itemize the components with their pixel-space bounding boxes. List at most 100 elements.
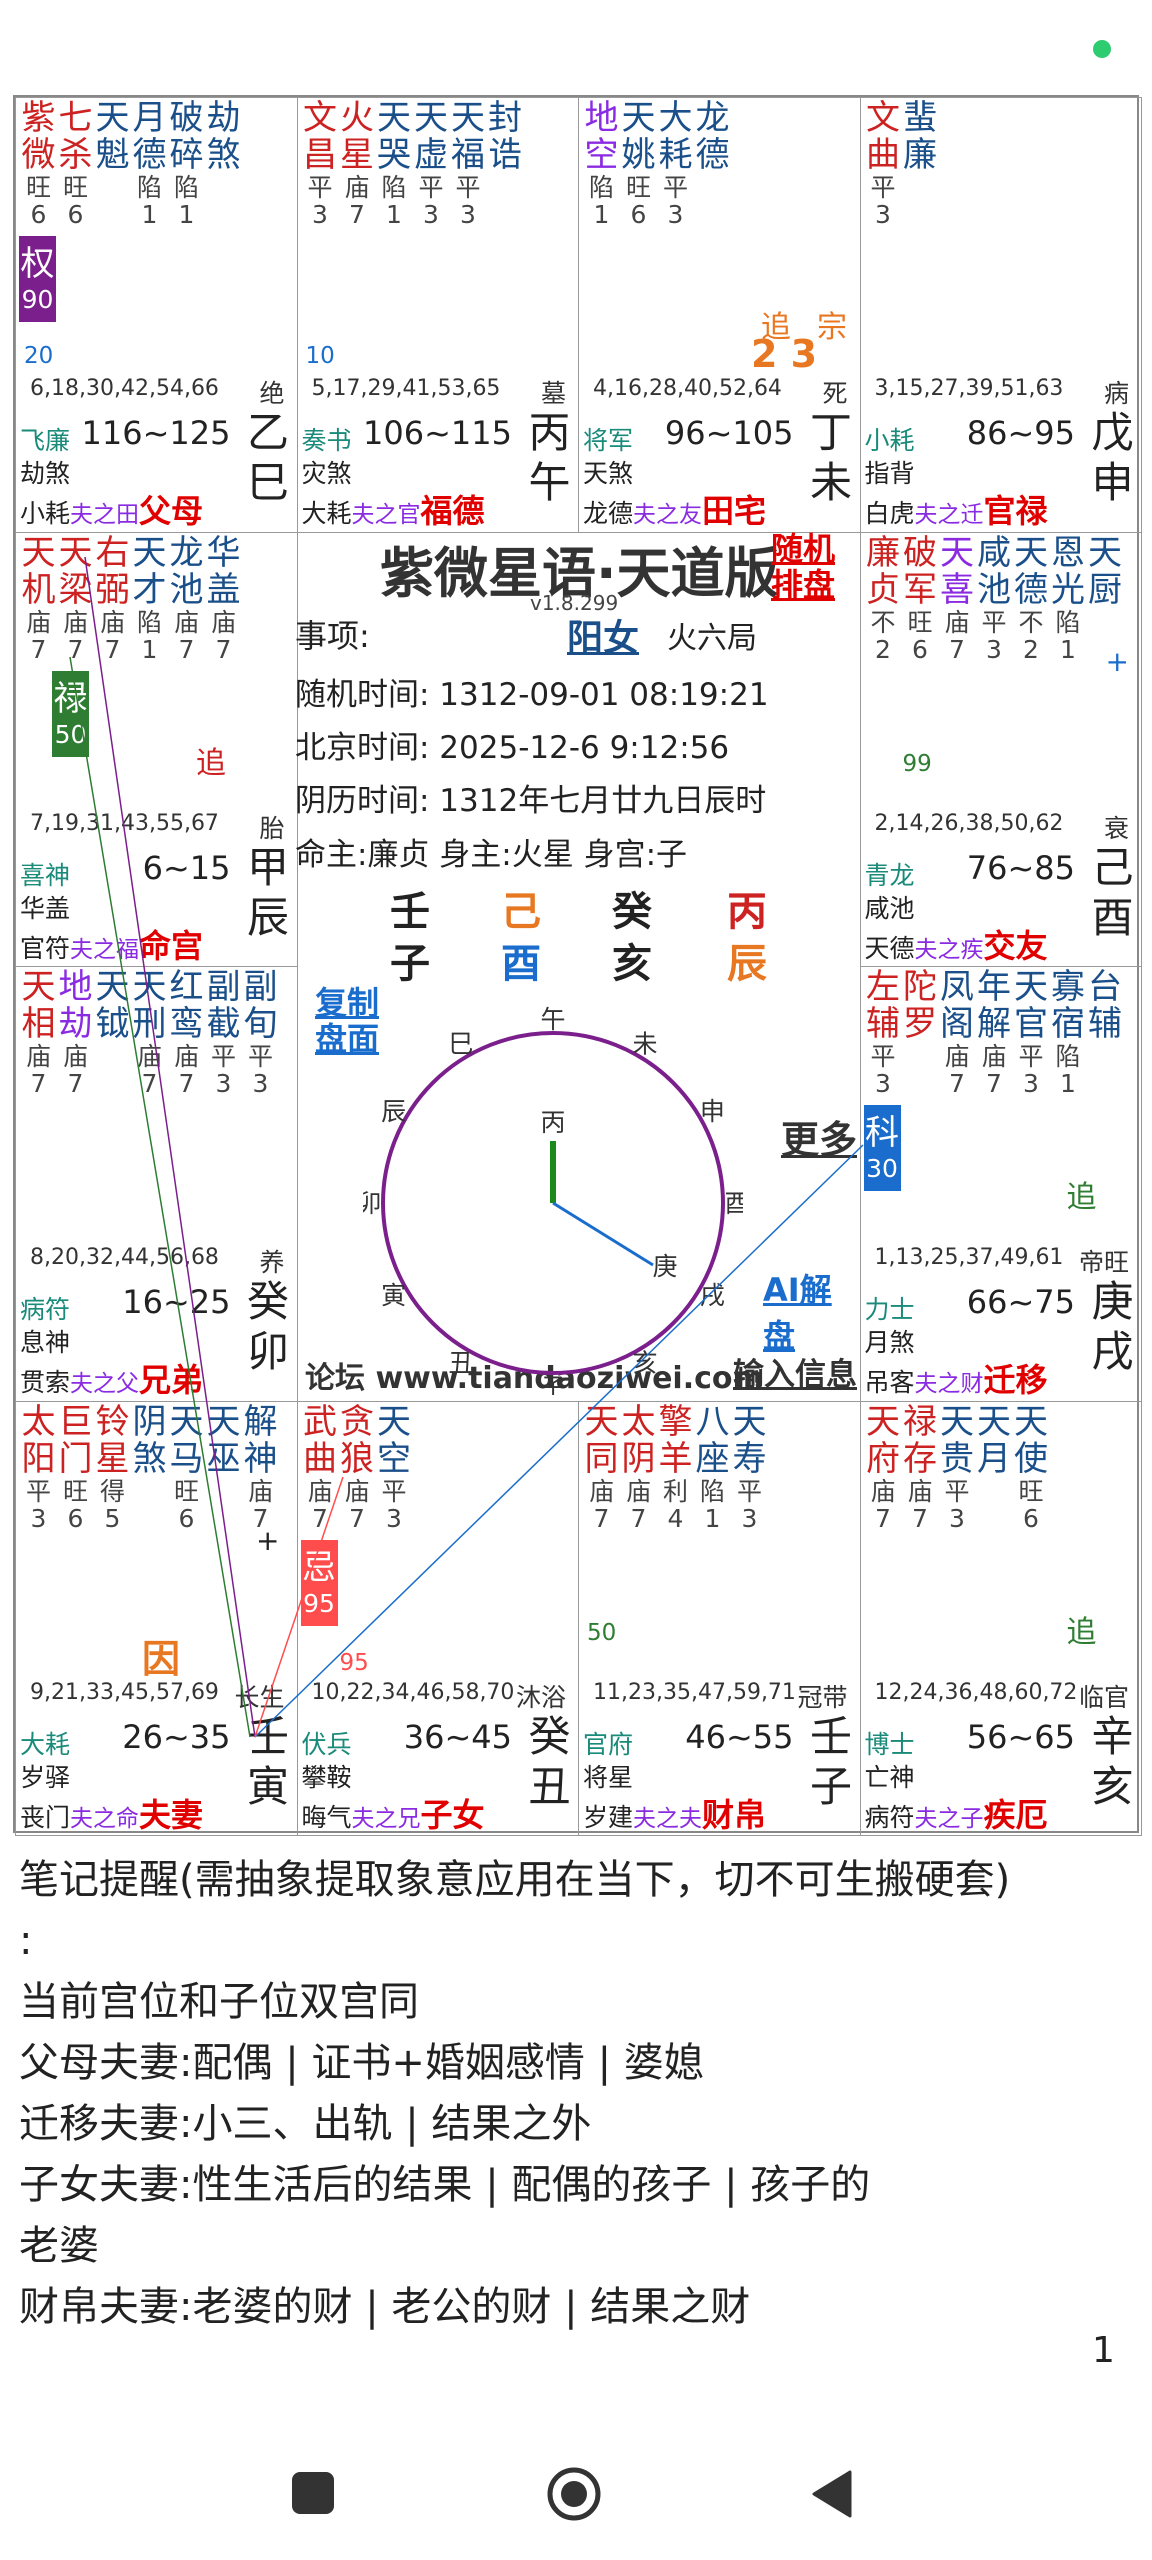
- note-line: :: [19, 1918, 33, 1964]
- star-column: 左辅平3: [865, 969, 902, 1097]
- gender-label[interactable]: 阳女: [567, 609, 639, 661]
- decade-ages: 2,14,26,38,50,62: [874, 810, 1064, 836]
- star-column: 巨门旺6: [57, 1403, 94, 1533]
- random-chart-label: 随机: [771, 530, 836, 568]
- star-char: 福: [451, 135, 485, 175]
- star-brightness: 平: [418, 173, 444, 202]
- star-char: 德: [1014, 569, 1048, 610]
- notes-panel: 笔记提醒(需抽象提取象意应用在当下，切不可生搬硬套) : 当前宫位和子位双宫同 …: [19, 1850, 1139, 2338]
- star-char: 相: [21, 1004, 56, 1044]
- star-column: 天刑庙7: [131, 969, 168, 1097]
- star-name: 禄存: [903, 1403, 937, 1478]
- recent-apps-button[interactable]: [290, 2470, 336, 2520]
- back-button[interactable]: [810, 2470, 856, 2522]
- star-name: 天魁: [96, 100, 130, 174]
- decade-ages: 3,15,27,39,51,63: [874, 376, 1064, 401]
- jiangqian-line: 丧门夫之命夫妻: [20, 1790, 203, 1836]
- boshi-star: 小耗: [864, 426, 915, 455]
- star-char: 台: [1088, 967, 1122, 1007]
- relation-label: 夫之命: [70, 1805, 140, 1832]
- star-name: 武曲: [303, 1401, 337, 1478]
- home-button[interactable]: [546, 2466, 602, 2526]
- star-char: 红: [169, 967, 204, 1007]
- clock-branch-label: 子: [540, 1373, 565, 1395]
- star-char: 解: [977, 1004, 1011, 1044]
- star-char: 钺: [95, 1004, 130, 1044]
- stem: 甲: [246, 842, 289, 892]
- star-name: 大耗: [659, 100, 693, 174]
- palace-cell[interactable]: 廉贞不 2 破军旺 6 天喜庙 7 咸池平 3 天德不 2 恩光陷 1 天厨 99 +2,14,26,38,…: [859, 531, 1142, 967]
- random-chart-button[interactable]: 随机 排盘: [771, 531, 835, 603]
- note-line: 迁移夫妻:小三、出轨 | 结果之外: [19, 2101, 592, 2147]
- jiangqian-line: 白虎夫之迁官禄: [865, 486, 1048, 532]
- star-brightness-num: 3: [1023, 1069, 1039, 1098]
- palace-cell[interactable]: 左辅平 3 陀罗凤阁庙 7 年解庙 7 天官平 3 寡宿陷 1 台辅科 30 追 1,13,25,37,4…: [859, 966, 1142, 1402]
- star-name: 天府: [866, 1403, 900, 1478]
- star-char: 天: [732, 1401, 767, 1442]
- star-char: 寡: [1051, 967, 1085, 1007]
- more-button[interactable]: 更多: [781, 1109, 857, 1164]
- star-char: 天: [940, 532, 974, 573]
- palace-cell[interactable]: 文昌平 3 火星庙 7 天哭陷 1 天虚平 3 天福平 3 封诰 10 5,17,29,41,53,65…: [296, 97, 579, 533]
- star-brightness: 庙: [99, 607, 125, 637]
- star-char: 刑: [132, 1004, 167, 1044]
- jiangqian-star: 天德: [864, 933, 915, 963]
- relation-label: 夫之子: [914, 1805, 984, 1832]
- star-char: 诰: [488, 135, 522, 175]
- star-column: 天府庙7: [865, 1403, 902, 1532]
- star-name: 副截: [207, 969, 241, 1043]
- star-char: 恩: [1051, 532, 1085, 573]
- star-brightness-num: 6: [67, 1503, 84, 1533]
- star-column: 副截平3: [205, 969, 242, 1097]
- palace-cell[interactable]: 紫微旺 6 七杀旺 6 天魁月德陷 1 破碎陷 1 劫煞权 90 20 6,18,30,42,54,6…: [15, 97, 298, 533]
- star-char: 擎: [658, 1401, 693, 1442]
- star-brightness-num: 3: [423, 200, 439, 229]
- beijing-time: 北京时间: 2025-12-6 9:12:56: [295, 730, 730, 766]
- star-char: 才: [132, 569, 167, 610]
- palace-cell[interactable]: 天府庙 7 禄存庙 7 天贵平 3 天月天使旺 6 追 12,24,36,48,60,72 临官 博士…: [859, 1400, 1142, 1836]
- palace-cell[interactable]: 太阳平 3 巨门旺 6 铃星得 5 阴煞天马旺 6 天巫解神庙 7 + 因 9,21,33,45,57,…: [15, 1400, 298, 1836]
- star-name: 巨门: [59, 1403, 93, 1478]
- star-brightness-num: 7: [178, 634, 195, 664]
- palace-cell[interactable]: 天同庙 7 太阴庙 7 擎羊利 4 八座陷 1 天寿平 3 50 11,23,35,47,59,71 冠…: [578, 1400, 861, 1836]
- star-name: 地劫: [59, 969, 93, 1043]
- palace-cell[interactable]: 天相庙 7 地劫庙 7 天钺天刑庙 7 红鸾庙 7 副截平 3 副旬平 3 8,20,32,44,56,…: [15, 966, 298, 1402]
- decade-ages: 7,19,31,43,55,67: [30, 810, 219, 836]
- star-brightness: 庙: [307, 1476, 333, 1506]
- star-char: 破: [169, 98, 204, 138]
- stem: 戊: [1091, 408, 1134, 457]
- ai-interpret-button[interactable]: AI解盘: [763, 1265, 861, 1357]
- star-column: 天寿平3: [731, 1401, 768, 1532]
- star-row: 左辅平3陀罗凤阁庙7年解庙7天官平3寡宿陷1台辅: [865, 969, 1124, 1097]
- star-char: 狼: [340, 1438, 374, 1479]
- star-char: 空: [377, 1438, 411, 1479]
- star-name: 天使: [1014, 1403, 1048, 1478]
- jiangqian-line: 大耗夫之官福德: [302, 486, 485, 532]
- star-brightness: 平: [870, 173, 896, 202]
- suiqian-star: 天煞: [583, 459, 634, 488]
- decade-range: 16~25: [122, 1283, 231, 1321]
- star-char: 天: [377, 1401, 411, 1442]
- decade-ages: 11,23,35,47,59,71: [593, 1679, 796, 1705]
- badge-value: 50: [54, 719, 87, 749]
- life-stage: 衰: [1103, 813, 1129, 843]
- palace-cell[interactable]: 天机庙 7 天梁庙 7 右弼庙 7 天才陷 1 龙池庙 7 华盖庙 7 禄 50 追 7,19,31,43,5…: [15, 531, 298, 967]
- star-char: 火: [340, 98, 374, 138]
- palace-cell[interactable]: 地空陷1天姚旺6大耗平3龙德追宗2 3 4,16,28,40,52,64 死将军 天煞…: [578, 97, 861, 533]
- star-char: 旬: [243, 1004, 278, 1044]
- transform-badge: 忌 95: [300, 1539, 338, 1626]
- star-column: 天钺: [94, 969, 131, 1097]
- yin-label: 因: [142, 1636, 181, 1681]
- star-column: 大耗平3: [657, 100, 694, 228]
- jiangqian-line: 官符夫之福命宫: [20, 921, 203, 967]
- decade-range: 36~45: [403, 1717, 512, 1756]
- palace-cell[interactable]: 武曲庙 7 贪狼庙 7 天空平 3 忌 95 95 10,22,34,46,58,70 沐浴 伏兵 攀鞍…: [296, 1400, 579, 1836]
- zhui-label: 追: [1066, 1180, 1097, 1215]
- star-column: 寡宿陷1: [1050, 969, 1087, 1097]
- palace-cell[interactable]: 文曲平 3 蜚廉 3,15,27,39,51,63 病小耗 指背 白虎夫之迁官禄 86~95 戊…: [859, 97, 1142, 533]
- input-info-button[interactable]: 输入信息: [733, 1349, 857, 1394]
- star-brightness: 庙: [136, 1042, 162, 1071]
- star-char: 武: [303, 1401, 337, 1442]
- star-char: 宿: [1051, 1004, 1085, 1044]
- star-column: 太阴庙7: [620, 1403, 657, 1532]
